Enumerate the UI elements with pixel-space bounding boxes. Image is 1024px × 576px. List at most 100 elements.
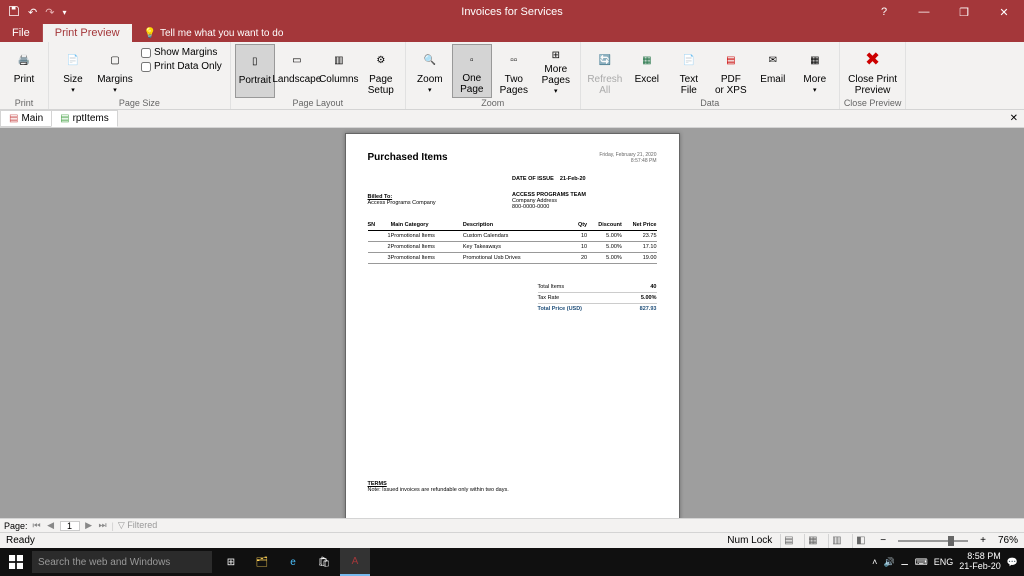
nav-next-button[interactable]: ▶ [84,520,94,531]
summary-block: Total Items40 Tax Rate5.00% Total Price … [538,282,657,314]
billed-to-value: Access Programs Company [368,200,513,206]
landscape-button[interactable]: ▭Landscape [277,44,317,98]
print-preview-area[interactable]: Purchased Items Friday, February 21, 202… [0,128,1024,518]
report-page: Purchased Items Friday, February 21, 202… [345,133,680,518]
pdf-xps-button[interactable]: ▤PDF or XPS [711,44,751,98]
page-setup-button[interactable]: ⚙Page Setup [361,44,401,98]
zoom-level[interactable]: 76% [998,535,1018,546]
file-explorer-icon[interactable]: 🗂 [247,548,277,576]
ribbon-group-close: ✖Close Print Preview Close Preview [840,42,907,109]
excel-button[interactable]: ▦Excel [627,44,667,98]
more-button[interactable]: ▦More▾ [795,44,835,98]
pdf-icon: ▤ [719,48,743,72]
columns-icon: ▥ [327,48,351,72]
size-button[interactable]: 📄Size▾ [53,44,93,98]
close-button[interactable]: ✕ [984,0,1024,24]
ribbon-tabs: File Print Preview Tell me what you want… [0,24,1024,42]
task-view-button[interactable]: ⊞ [216,548,246,576]
network-icon[interactable]: ⚊ [901,557,909,568]
refresh-icon: 🔄 [593,48,617,72]
email-icon: ✉ [761,48,785,72]
doc-tab-rptitems[interactable]: ▤rptItems [51,110,118,127]
ribbon-group-page-layout: ▯Portrait ▭Landscape ▥Columns ⚙Page Setu… [231,42,406,109]
status-ready: Ready [6,535,35,546]
nav-last-button[interactable]: ⏭ [98,520,108,531]
restore-button[interactable]: ❐ [944,0,984,24]
table-row: 1Promotional ItemsCustom Calendars105.00… [368,231,657,242]
close-tab-button[interactable]: ✕ [1004,113,1024,124]
margins-button[interactable]: ▢Margins▾ [95,44,135,98]
view-layout-button[interactable]: ▥ [828,534,844,548]
view-design-button[interactable]: ◧ [852,534,868,548]
print-button[interactable]: 🖨️Print [4,44,44,98]
nav-first-button[interactable]: ⏮ [32,520,42,531]
doc-tab-main[interactable]: ▤Main [0,110,52,127]
volume-icon[interactable]: 🔊 [883,557,894,568]
show-margins-checkbox[interactable]: Show Margins [137,46,226,59]
close-preview-icon: ✖ [861,48,885,72]
taskbar-clock[interactable]: 8:58 PM 21-Feb-20 [959,552,1001,572]
qat-dropdown-icon[interactable]: ▾ [62,8,66,17]
zoom-out-button[interactable]: − [876,535,890,546]
store-icon[interactable]: 🛍 [309,548,339,576]
view-print-button[interactable]: ▦ [804,534,820,548]
status-bar: Ready Num Lock ▤ ▦ ▥ ◧ − + 76% [0,532,1024,548]
undo-icon[interactable]: ↶ [28,6,37,19]
report-icon: ▤ [60,113,69,124]
redo-icon[interactable]: ↷ [45,6,54,19]
taskbar-apps: ⊞ 🗂 e 🛍 A [212,548,374,576]
zoom-slider[interactable] [898,540,968,542]
minimize-button[interactable]: — [904,0,944,24]
form-icon: ▤ [9,113,18,124]
table-row: 3Promotional ItemsPromotional Usb Drives… [368,253,657,264]
taskbar-search[interactable]: Search the web and Windows [32,551,212,573]
two-pages-icon: ▫▫ [502,48,526,72]
columns-button[interactable]: ▥Columns [319,44,359,98]
one-page-button[interactable]: ▫One Page [452,44,492,98]
page-setup-icon: ⚙ [369,48,393,72]
save-icon[interactable] [8,5,20,20]
report-footer: TERMS Note: Issued invoices are refundab… [368,481,657,518]
refresh-all-button[interactable]: 🔄Refresh All [585,44,625,98]
quick-access-toolbar: ↶ ↷ ▾ [0,0,74,24]
print-data-only-checkbox[interactable]: Print Data Only [137,60,226,73]
access-icon[interactable]: A [340,548,370,576]
tell-me-search[interactable]: Tell me what you want to do [132,25,296,42]
nav-prev-button[interactable]: ◀ [46,520,56,531]
from-phone: 800-0000-0000 [512,204,657,210]
tab-file[interactable]: File [0,24,43,42]
system-tray: ˄ 🔊 ⚊ ⌨ ENG 8:58 PM 21-Feb-20 💬 [866,552,1024,572]
zoom-button[interactable]: 🔍Zoom▾ [410,44,450,98]
two-pages-button[interactable]: ▫▫Two Pages [494,44,534,98]
portrait-button[interactable]: ▯Portrait [235,44,275,98]
excel-icon: ▦ [635,48,659,72]
start-button[interactable] [0,548,32,576]
keyboard-icon[interactable]: ⌨ [915,557,928,568]
ribbon-group-print: 🖨️Print Print [0,42,49,109]
margins-icon: ▢ [103,48,127,72]
notifications-icon[interactable]: 💬 [1007,557,1018,568]
nav-page-input[interactable] [60,521,80,531]
text-file-button[interactable]: 📄Text File [669,44,709,98]
more-pages-button[interactable]: ⊞More Pages▾ [536,44,576,98]
ribbon: 🖨️Print Print 📄Size▾ ▢Margins▾ Show Marg… [0,42,1024,110]
document-tabs: ▤Main ▤rptItems ✕ [0,110,1024,128]
ribbon-group-zoom: 🔍Zoom▾ ▫One Page ▫▫Two Pages ⊞More Pages… [406,42,581,109]
more-pages-icon: ⊞ [544,48,568,62]
report-timestamp: Friday, February 21, 2020 8:57:48 PM [599,152,656,164]
view-report-button[interactable]: ▤ [780,534,796,548]
edge-icon[interactable]: e [278,548,308,576]
tab-print-preview[interactable]: Print Preview [43,24,132,42]
language-indicator[interactable]: ENG [934,557,954,567]
report-title: Purchased Items [368,152,448,163]
page-size-icon: 📄 [61,48,85,72]
table-row: 2Promotional ItemsKey Takeaways105.00%17… [368,242,657,253]
email-button[interactable]: ✉Email [753,44,793,98]
ribbon-group-data: 🔄Refresh All ▦Excel 📄Text File ▤PDF or X… [581,42,840,109]
title-bar: ↶ ↷ ▾ Invoices for Services ? — ❐ ✕ [0,0,1024,24]
tray-chevron-icon[interactable]: ˄ [872,557,877,567]
close-print-preview-button[interactable]: ✖Close Print Preview [853,44,893,98]
help-button[interactable]: ? [864,0,904,24]
zoom-in-button[interactable]: + [976,535,990,546]
window-controls: ? — ❐ ✕ [864,0,1024,24]
